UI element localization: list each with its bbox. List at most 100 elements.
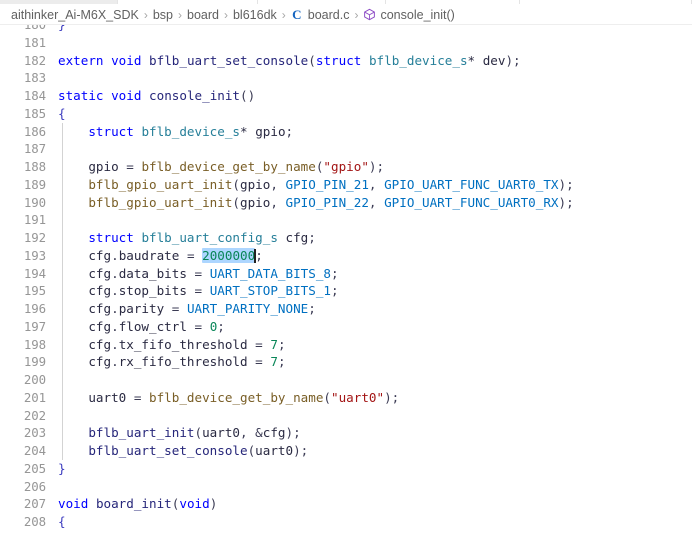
code-line-content: struct bflb_uart_config_s cfg; (58, 229, 316, 247)
line-number: 192 (23, 230, 46, 245)
breadcrumb-label[interactable]: console_init() (379, 8, 455, 22)
indent-guide (62, 371, 63, 389)
code-line[interactable]: 192 struct bflb_uart_config_s cfg; (0, 229, 692, 247)
code-token: . (111, 301, 119, 316)
breadcrumb-item-3[interactable]: bl616dk (232, 8, 278, 22)
code-line[interactable]: 207 void board_init(void) (0, 495, 692, 513)
code-token: gpio (240, 194, 271, 210)
code-token: ; (285, 123, 294, 139)
code-token: cfg (285, 230, 309, 245)
indent-guide (62, 140, 63, 158)
line-number: 187 (23, 141, 46, 157)
code-token: gpio (88, 159, 119, 174)
code-line[interactable]: 181 (0, 34, 692, 52)
code-token: bflb_uart_set_console (149, 52, 309, 68)
code-token: = (186, 265, 210, 281)
code-line[interactable]: 193 cfg.baudrate = 2000000; (0, 246, 692, 265)
code-line[interactable]: 185 { (0, 105, 692, 123)
code-line[interactable]: 186 struct bflb_device_s* gpio; (0, 122, 692, 141)
code-token: GPIO_PIN_21 (285, 176, 369, 192)
code-line[interactable]: 182 extern void bflb_uart_set_console(str… (0, 52, 692, 70)
breadcrumb-item-1[interactable]: bsp (152, 8, 174, 22)
code-token: ); (558, 194, 574, 210)
breadcrumb-item-5[interactable]: console_init() (362, 8, 455, 22)
code-token: * (240, 123, 248, 139)
code-token: cfg (88, 247, 112, 263)
breadcrumb-label[interactable]: aithinker_Ai-M6X_SDK (10, 8, 140, 22)
code-line[interactable]: 184 static void console_init() (0, 87, 692, 105)
breadcrumb-item-2[interactable]: board (186, 8, 220, 22)
breadcrumb-separator: › (143, 7, 148, 22)
code-token: UART_DATA_BITS_8 (209, 265, 332, 281)
code-line[interactable]: 208 { (0, 513, 692, 531)
code-token: uart0 (202, 425, 241, 441)
code-token: GPIO_UART_FUNC_UART0_RX (384, 194, 559, 210)
code-token: bflb_device_s (368, 52, 468, 68)
code-line-content: } (58, 460, 66, 478)
code-line[interactable]: 196 cfg.parity = UART_PARITY_NONE; (0, 300, 692, 318)
code-token: ; (308, 230, 316, 245)
code-line-content: cfg.tx_fifo_threshold = 7; (58, 336, 285, 354)
code-line[interactable]: 195 cfg.stop_bits = UART_STOP_BITS_1; (0, 282, 692, 300)
code-line-content: struct bflb_device_s* gpio; (58, 123, 293, 141)
breadcrumb-label[interactable]: board.c (307, 8, 351, 22)
line-number: 196 (23, 301, 46, 316)
code-line[interactable]: 205} (0, 460, 692, 478)
code-line[interactable]: 183 (0, 69, 692, 87)
line-number: 204 (23, 443, 46, 458)
breadcrumb-item-0[interactable]: aithinker_Ai-M6X_SDK (10, 8, 140, 22)
code-line[interactable]: 188 gpio = bflb_device_get_by_name("gpio… (0, 158, 692, 176)
line-number: 198 (23, 336, 46, 352)
breadcrumb-item-4[interactable]: Cboard.c (290, 7, 351, 22)
code-line[interactable]: 203 bflb_uart_init(uart0, &cfg); (0, 424, 692, 442)
indent-guide (62, 406, 63, 425)
code-line[interactable]: 202 (0, 406, 692, 425)
code-token: 7 (270, 336, 278, 352)
code-line[interactable]: 180} (0, 25, 692, 34)
line-number: 203 (23, 425, 46, 441)
code-token: bflb_uart_init (88, 425, 195, 441)
code-line[interactable]: 197 cfg.flow_ctrl = 0; (0, 317, 692, 336)
code-line[interactable]: 199 cfg.rx_fifo_threshold = 7; (0, 353, 692, 371)
code-token: void (111, 52, 142, 68)
code-token: uart0 (88, 389, 127, 405)
breadcrumb-label[interactable]: bsp (152, 8, 174, 22)
code-token: ); (384, 389, 400, 405)
breadcrumb[interactable]: aithinker_Ai-M6X_SDK › bsp › board › bl616dk › C… (0, 4, 692, 25)
code-line[interactable]: 204 bflb_uart_set_console(uart0); (0, 442, 692, 460)
line-number: 202 (23, 407, 46, 423)
code-token: void (179, 496, 210, 512)
code-line[interactable]: 201 uart0 = bflb_device_get_by_name("uar… (0, 388, 692, 407)
code-token: parity (118, 301, 165, 316)
code-line-content: { (58, 513, 66, 531)
code-line[interactable]: 191 (0, 211, 692, 229)
code-line[interactable]: 189 bflb_gpio_uart_init(gpio, GPIO_PIN_2… (0, 175, 692, 194)
code-token: = (179, 247, 203, 263)
code-token: () (240, 88, 256, 103)
code-line[interactable]: 206 (0, 478, 692, 496)
code-line[interactable]: 187 (0, 140, 692, 158)
code-line[interactable]: 194 cfg.data_bits = UART_DATA_BITS_8; (0, 264, 692, 283)
breadcrumb-label[interactable]: bl616dk (232, 8, 278, 22)
code-line[interactable]: 200 (0, 371, 692, 389)
code-token: uart0 (255, 443, 294, 458)
code-line[interactable]: 190 bflb_gpio_uart_init(gpio, GPIO_PIN_2… (0, 193, 692, 212)
code-token: , & (240, 425, 263, 441)
code-token: gpio (255, 123, 286, 139)
code-token: board_init (95, 496, 172, 512)
code-token: bflb_gpio_uart_init (88, 176, 233, 192)
code-line[interactable]: 198 cfg.tx_fifo_threshold = 7; (0, 335, 692, 354)
code-token: static (58, 88, 104, 103)
breadcrumb-label[interactable]: board (186, 8, 220, 22)
code-token: = (164, 301, 187, 316)
code-token: ; (277, 354, 286, 370)
code-line-content: bflb_uart_set_console(uart0); (58, 442, 308, 460)
code-token: ; (308, 301, 316, 316)
code-token: bflb_uart_set_console (88, 443, 248, 458)
code-token: cfg (88, 354, 112, 370)
code-token: rx_fifo_threshold (118, 354, 248, 370)
code-editor-viewport[interactable]: 180}181182extern void bflb_uart_set_cons… (0, 25, 692, 539)
